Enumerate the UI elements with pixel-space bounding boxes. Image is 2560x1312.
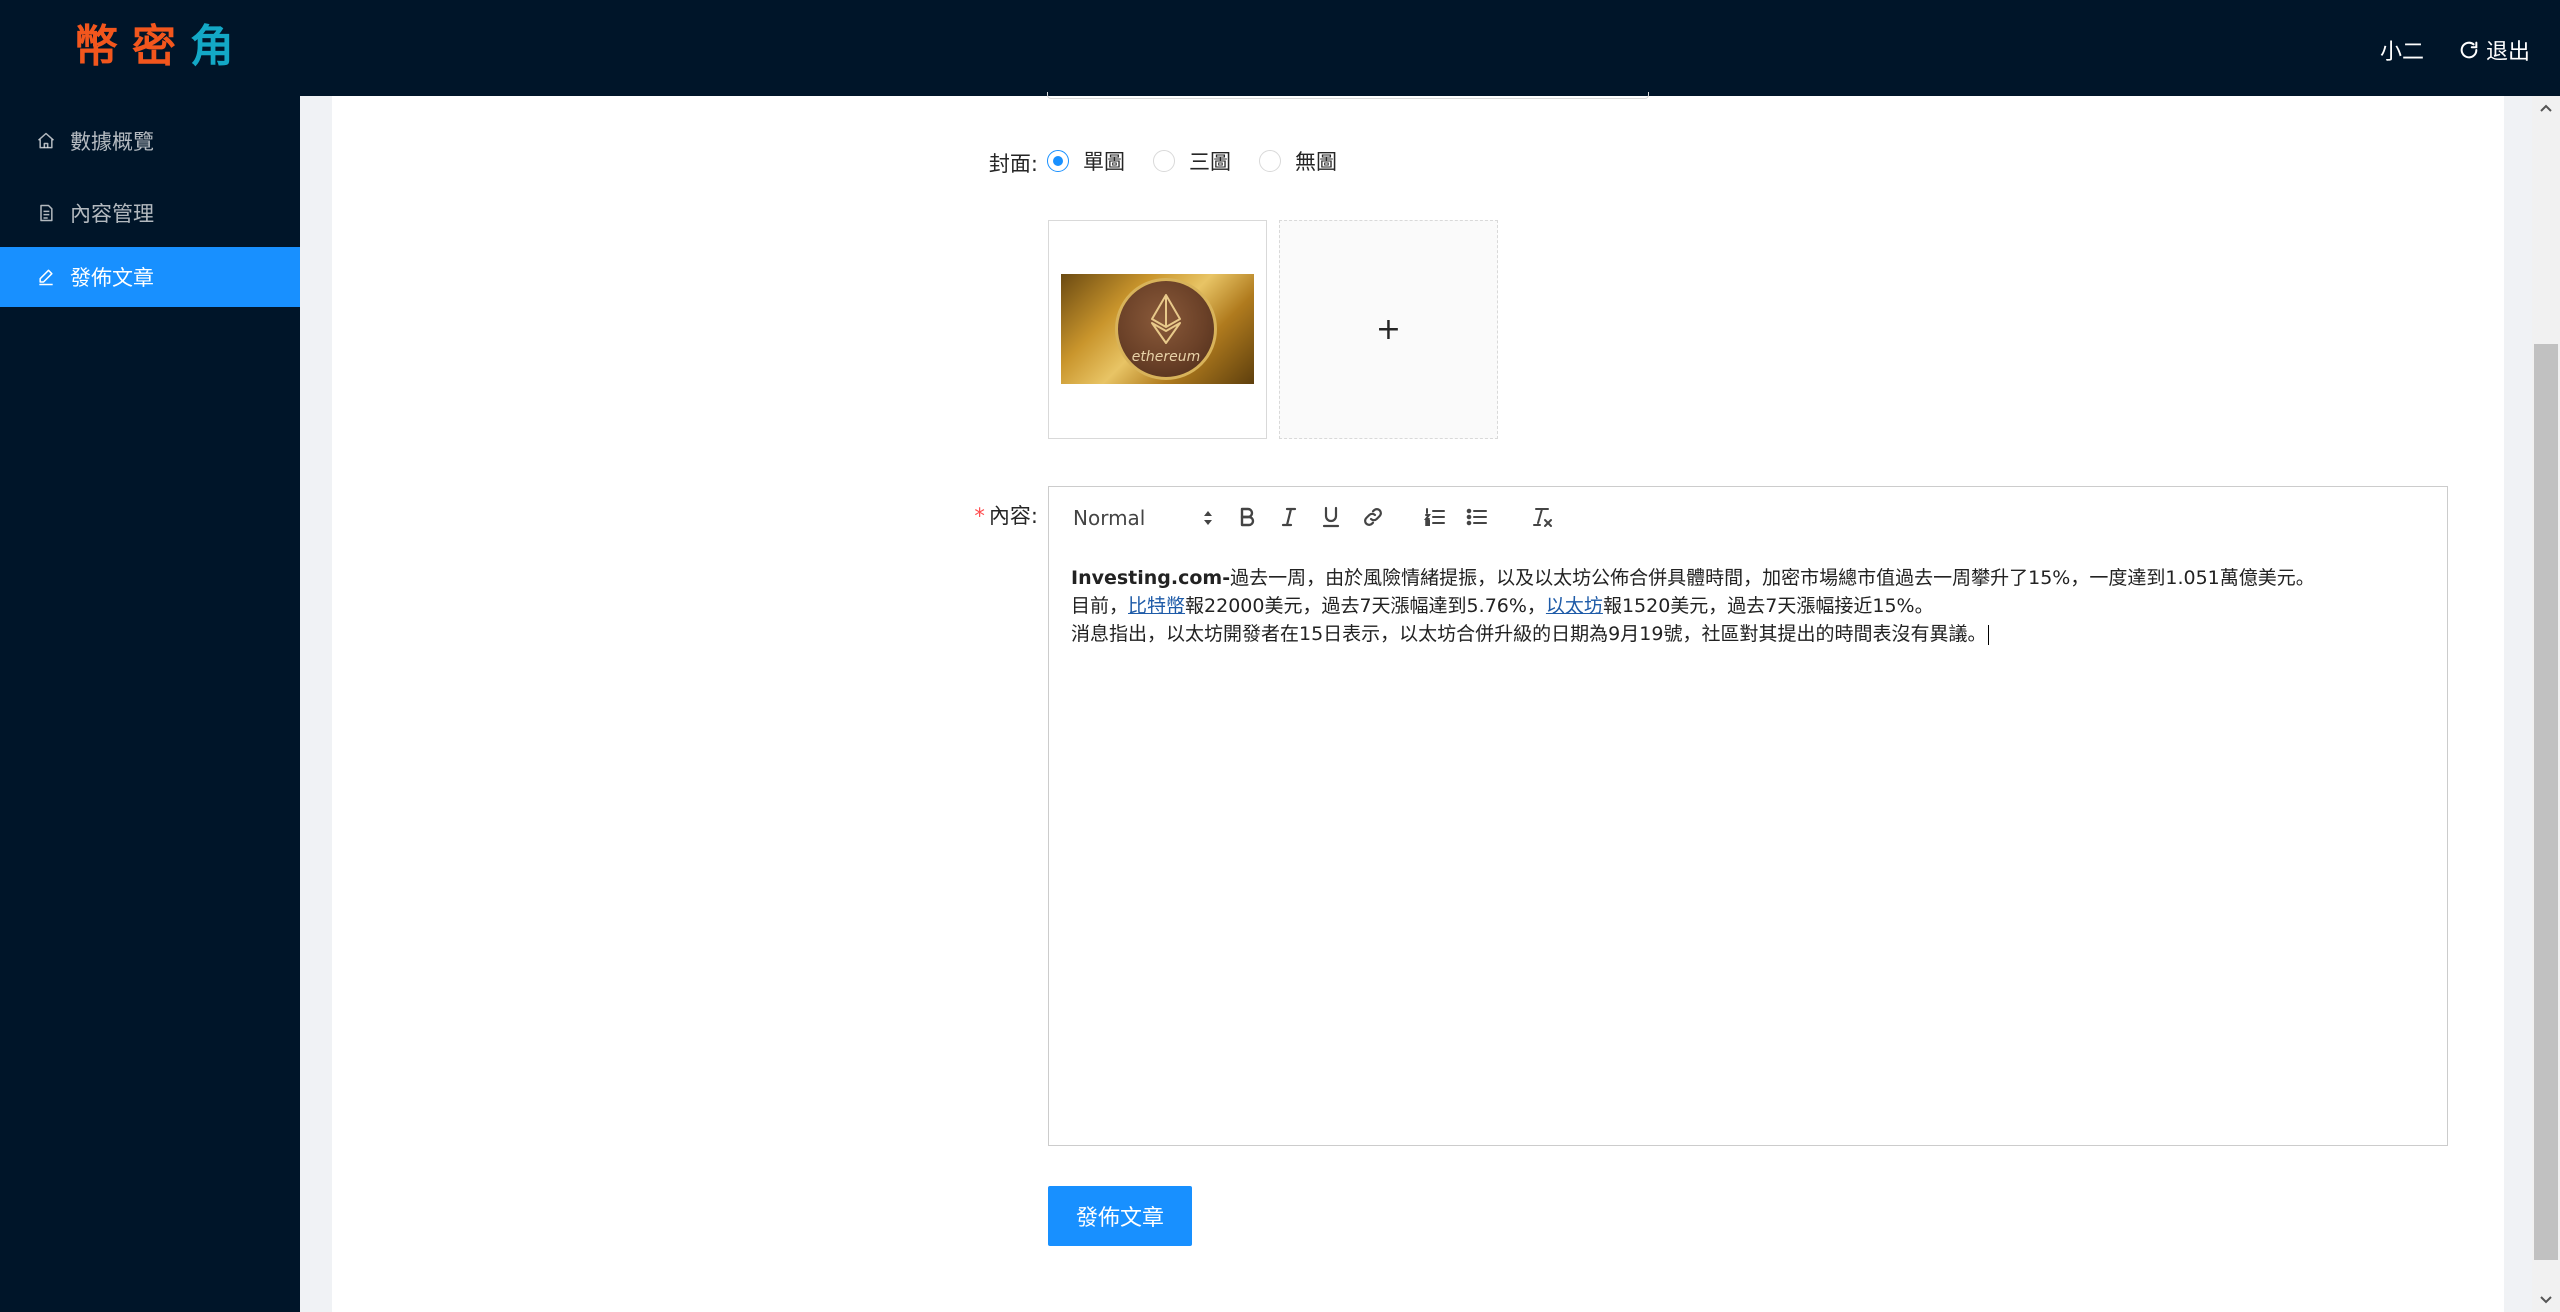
- radio-no-image[interactable]: 無圖: [1259, 146, 1337, 176]
- select-arrows-icon: [1204, 511, 1212, 525]
- logo-char-2: 密: [132, 21, 190, 72]
- plus-icon: +: [1375, 311, 1402, 347]
- editor-paragraph: 消息指出，以太坊開發者在15日表示，以太坊合併升級的日期為9月19號，社區對其提…: [1071, 620, 2425, 648]
- link-icon: [1364, 508, 1382, 526]
- cover-image-thumbnail[interactable]: ethereum: [1048, 220, 1267, 439]
- title-input-edge[interactable]: [1047, 92, 1649, 99]
- scroll-down-arrow-icon[interactable]: [2532, 1288, 2560, 1312]
- bullet-list-icon: [1466, 508, 1487, 526]
- publish-form-card: 封面: 單圖 三圖 無圖 ethereum + * 內容: Normal Inv…: [332, 92, 2504, 1312]
- header-format-value: Normal: [1073, 506, 1146, 530]
- clear-format-button[interactable]: [1528, 502, 1558, 532]
- publish-button[interactable]: 發佈文章: [1048, 1186, 1192, 1246]
- logout-button[interactable]: 退出: [2458, 34, 2530, 66]
- top-header: 幣密角 小二 退出: [0, 0, 2560, 96]
- required-mark: *: [974, 504, 985, 528]
- radio-dot: [1047, 150, 1069, 172]
- user-area: 小二 退出: [2380, 30, 2530, 70]
- logout-label: 退出: [2485, 40, 2530, 65]
- ethereum-coin-icon: ethereum: [1115, 278, 1217, 380]
- text-caret: [1988, 624, 1990, 645]
- ordered-list-icon: [1424, 508, 1445, 526]
- home-icon: [36, 131, 56, 151]
- app-logo[interactable]: 幣密角: [74, 12, 248, 82]
- sidebar-item-publish[interactable]: 發佈文章: [0, 247, 300, 307]
- edit-icon: [36, 267, 56, 287]
- logo-char-1: 幣: [74, 21, 132, 72]
- clear-format-icon: [1533, 508, 1552, 527]
- editor-text: 消息指出，以太坊開發者在15日表示，以太坊合併升級的日期為9月19號，社區對其提…: [1071, 623, 1987, 645]
- sidebar-item-label: 發佈文章: [70, 266, 154, 290]
- radio-three-images[interactable]: 三圖: [1153, 146, 1231, 176]
- editor-toolbar: Normal: [1048, 486, 2448, 547]
- sidebar-item-overview[interactable]: 數據概覽: [0, 111, 300, 171]
- radio-dot: [1259, 150, 1281, 172]
- radio-single-image[interactable]: 單圖: [1047, 146, 1125, 176]
- editor-paragraph: 目前，比特幣報22000美元，過去7天漲幅達到5.76%，以太坊報1520美元，…: [1071, 592, 2425, 620]
- cover-label: 封面:: [988, 152, 1038, 176]
- italic-button[interactable]: [1274, 502, 1304, 532]
- italic-icon: [1281, 507, 1297, 527]
- radio-label: 單圖: [1083, 150, 1125, 174]
- bold-icon: [1240, 507, 1255, 527]
- scroll-up-arrow-icon[interactable]: [2532, 96, 2560, 120]
- document-icon: [36, 203, 56, 223]
- radio-label: 三圖: [1189, 150, 1231, 174]
- editor-text: 過去一周，由於風險情緒提振，以及以太坊公佈合併具體時間，加密市場總市值過去一周攀…: [1230, 567, 2315, 589]
- user-name: 小二: [2379, 40, 2424, 65]
- header-format-select[interactable]: Normal: [1073, 501, 1213, 535]
- editor-text: 報1520美元，過去7天漲幅接近15%。: [1602, 595, 1934, 617]
- radio-dot: [1153, 150, 1175, 172]
- content-label: * 內容:: [818, 500, 1038, 530]
- underline-button[interactable]: [1316, 502, 1346, 532]
- link-bitcoin[interactable]: 比特幣: [1128, 595, 1185, 617]
- editor-text: 報22000美元，過去7天漲幅達到5.76%，: [1185, 595, 1546, 617]
- logout-icon: [2458, 39, 2480, 61]
- bullet-list-button[interactable]: [1462, 502, 1492, 532]
- editor-paragraph: Investing.com-過去一周，由於風險情緒提振，以及以太坊公佈合併具體時…: [1071, 564, 2425, 592]
- bold-button[interactable]: [1232, 502, 1262, 532]
- coin-text: ethereum: [1131, 349, 1201, 365]
- logo-char-3: 角: [190, 21, 248, 72]
- ordered-list-button[interactable]: [1420, 502, 1450, 532]
- vertical-scrollbar[interactable]: [2532, 96, 2560, 1312]
- radio-label: 無圖: [1295, 150, 1337, 174]
- sidebar-item-content[interactable]: 內容管理: [0, 183, 300, 243]
- scrollbar-thumb[interactable]: [2534, 344, 2558, 1260]
- upload-add-button[interactable]: +: [1279, 220, 1498, 439]
- main-area: 封面: 單圖 三圖 無圖 ethereum + * 內容: Normal Inv…: [300, 92, 2532, 1312]
- content-editor[interactable]: Investing.com-過去一周，由於風險情緒提振，以及以太坊公佈合併具體時…: [1048, 546, 2448, 1146]
- content-label-text: 內容:: [988, 504, 1038, 528]
- cover-image: ethereum: [1061, 274, 1254, 384]
- sidebar-item-label: 數據概覽: [70, 130, 154, 154]
- sidebar-item-label: 內容管理: [70, 202, 154, 226]
- link-ethereum[interactable]: 以太坊: [1546, 595, 1603, 617]
- sidebar: 數據概覽 內容管理 發佈文章: [0, 96, 300, 1312]
- underline-icon: [1322, 506, 1340, 528]
- link-button[interactable]: [1358, 502, 1388, 532]
- cover-radio-group: 單圖 三圖 無圖: [1047, 146, 1337, 176]
- editor-bold-text: Investing.com-: [1071, 567, 1231, 589]
- editor-text: 目前，: [1071, 595, 1129, 617]
